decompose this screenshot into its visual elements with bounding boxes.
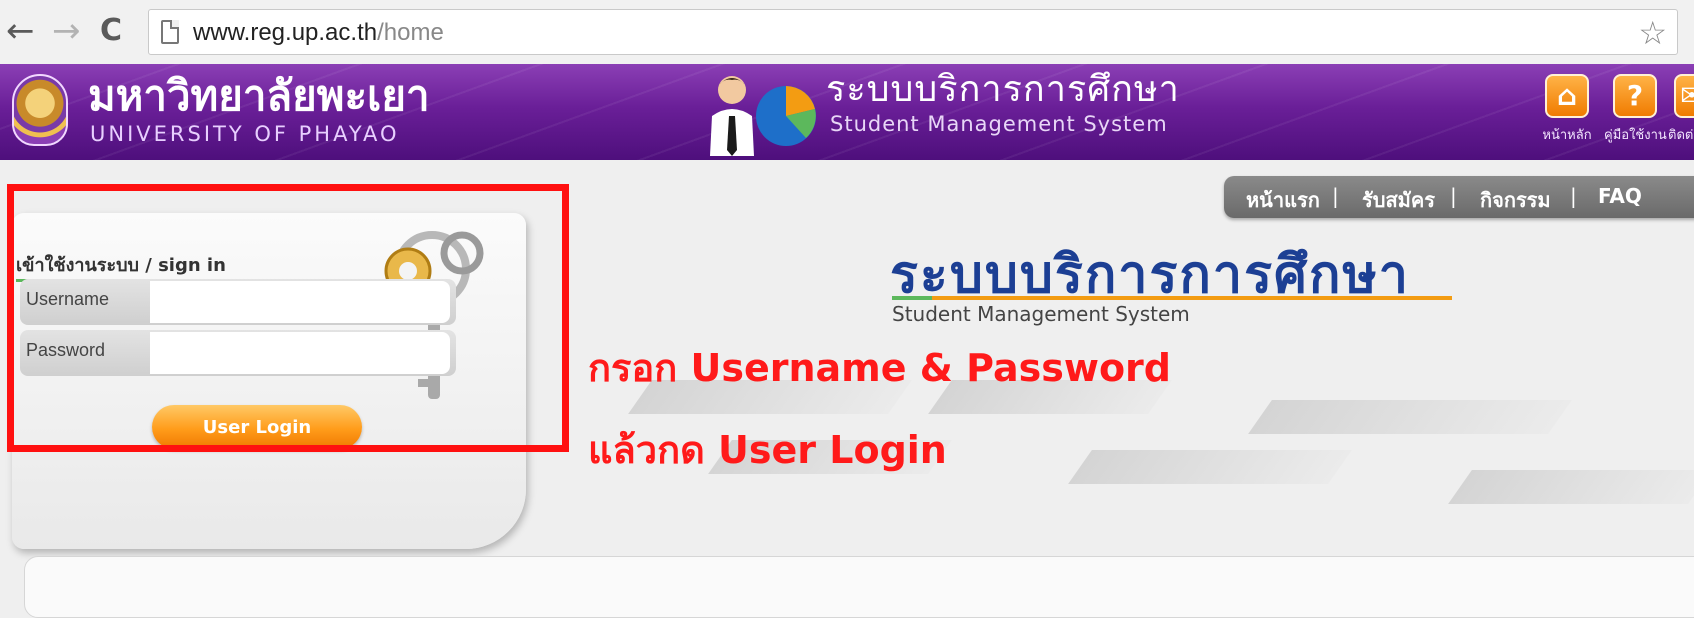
home-icon: ⌂ <box>1545 74 1589 118</box>
mail-icon: ✉ <box>1674 74 1694 118</box>
university-seal-logo <box>12 74 68 146</box>
main-title-underline <box>892 296 1452 300</box>
nav-separator: | <box>1570 184 1577 208</box>
reload-button[interactable]: C <box>100 14 122 48</box>
address-bar[interactable]: www.reg.up.ac.th/home ☆ <box>148 9 1678 55</box>
highlight-box <box>7 184 569 452</box>
nav-item-activities[interactable]: กิจกรรม <box>1480 184 1551 216</box>
nav-item-home[interactable]: หน้าแรก <box>1246 184 1320 216</box>
manual-button[interactable]: ? คู่มือใช้งาน <box>1604 74 1667 145</box>
manual-button-label: คู่มือใช้งาน <box>1604 128 1667 143</box>
nav-item-admission[interactable]: รับสมัคร <box>1362 184 1435 216</box>
url-host: www.reg.up.ac.th <box>193 19 378 46</box>
page-icon <box>161 20 179 44</box>
back-button[interactable]: ← <box>6 14 35 48</box>
instruction-line-1: กรอก Username & Password <box>588 346 1171 390</box>
home-button-label: หน้าหลัก <box>1542 128 1592 143</box>
nav-item-faq[interactable]: FAQ <box>1598 184 1642 208</box>
site-header: มหาวิทยาลัยพะเยา UNIVERSITY OF PHAYAO ระ… <box>0 64 1694 160</box>
main-subtitle: Student Management System <box>892 302 1190 326</box>
system-name-thai: ระบบบริการการศึกษา <box>826 69 1180 110</box>
contact-button-label: ติดต่อ <box>1668 128 1694 143</box>
instruction-line-2: แล้วกด User Login <box>588 428 947 472</box>
home-button[interactable]: ⌂ หน้าหลัก <box>1536 74 1598 145</box>
forward-button[interactable]: → <box>52 14 81 48</box>
contact-button[interactable]: ✉ ติดต่อ <box>1668 74 1694 145</box>
help-icon: ? <box>1613 74 1657 118</box>
nav-separator: | <box>1450 184 1457 208</box>
bookmark-star-icon[interactable]: ☆ <box>1638 14 1667 52</box>
mascot-pie-chart-icon <box>710 76 816 156</box>
content-panel <box>24 556 1694 618</box>
url-path: /home <box>377 19 444 46</box>
browser-toolbar: ← → C www.reg.up.ac.th/home ☆ <box>0 0 1694 64</box>
url-text[interactable]: www.reg.up.ac.th/home <box>193 19 444 47</box>
system-name-english: Student Management System <box>830 112 1168 136</box>
nav-separator: | <box>1332 184 1339 208</box>
university-name-thai: มหาวิทยาลัยพะเยา <box>88 71 430 120</box>
top-navigation: หน้าแรก | รับสมัคร | กิจกรรม | FAQ <box>1224 176 1694 218</box>
university-name-english: UNIVERSITY OF PHAYAO <box>90 122 400 146</box>
